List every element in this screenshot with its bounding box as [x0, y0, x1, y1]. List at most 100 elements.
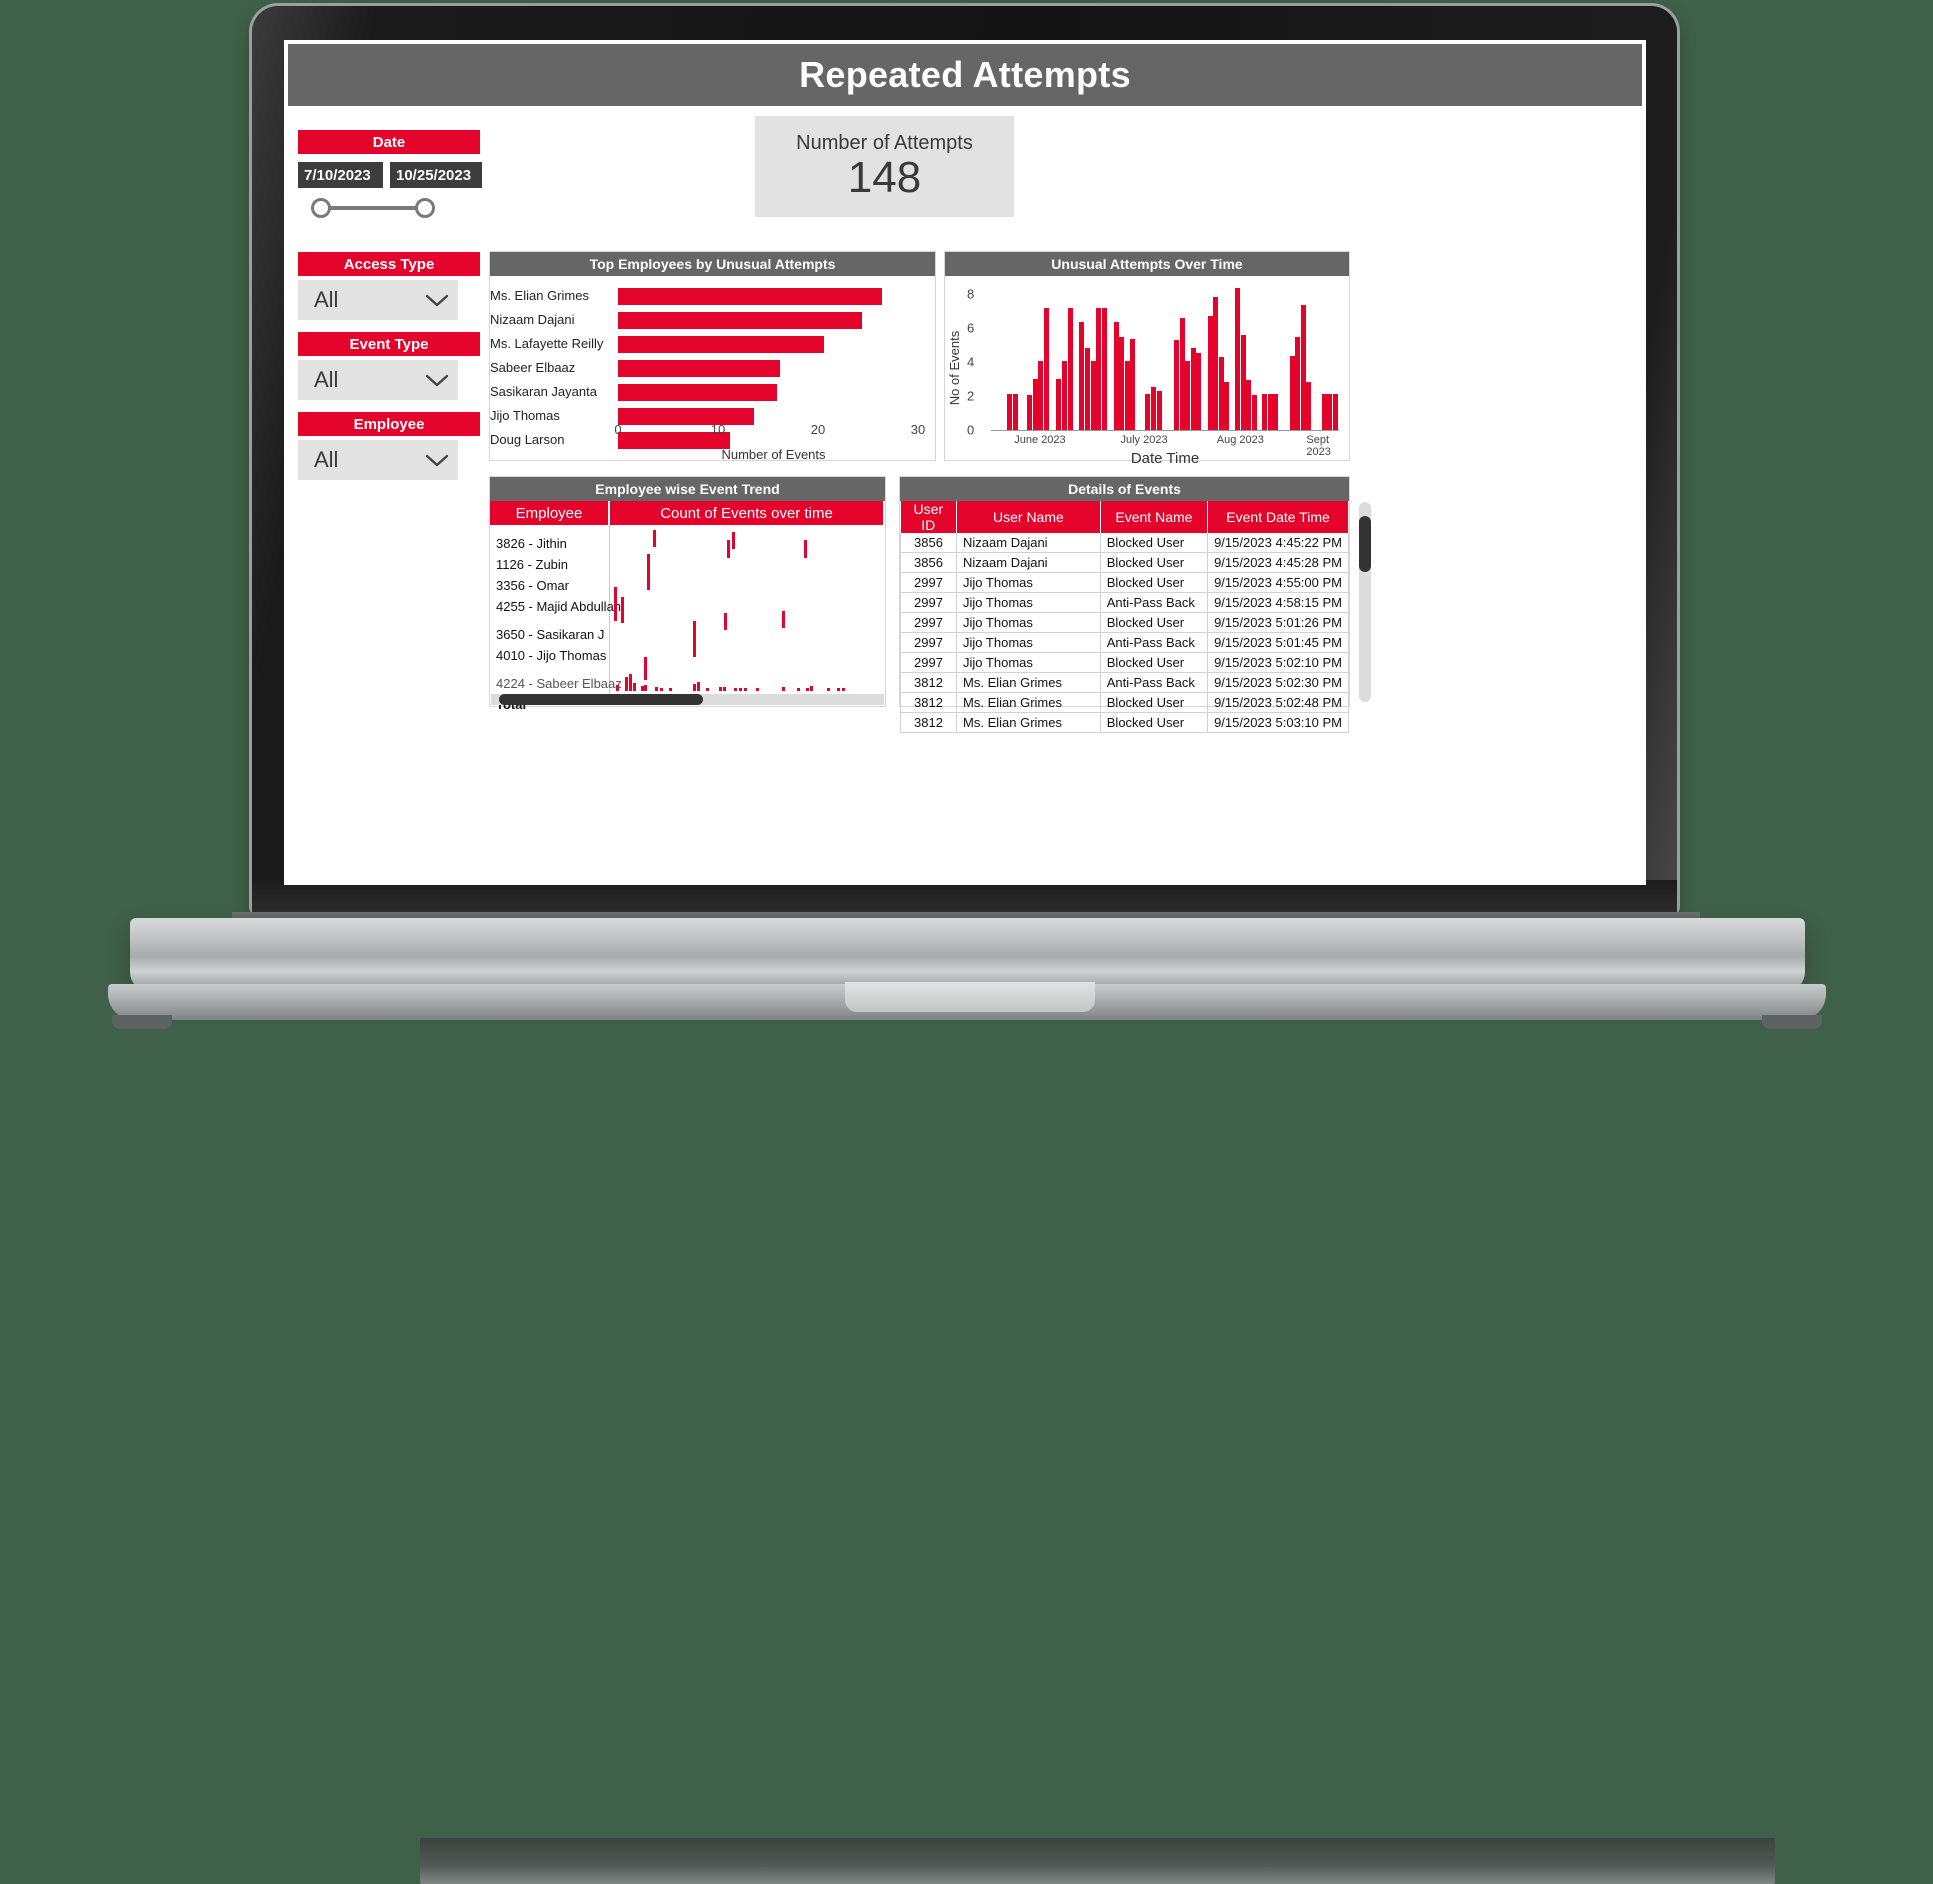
laptop-foot-right [1762, 1015, 1822, 1029]
timeseries-bar [1273, 394, 1278, 431]
table-cell: Anti-Pass Back [1100, 633, 1207, 653]
date-slider-handle-start[interactable] [311, 198, 331, 218]
bar-category-label: Ms. Elian Grimes [490, 284, 610, 308]
date-range-slider-track[interactable] [320, 206, 424, 210]
timeseries-bar [1130, 339, 1135, 430]
details-column-header[interactable]: User Name [957, 501, 1101, 533]
timeseries-plot-area [991, 284, 1339, 430]
matrix-column-header: Count of Events over time [610, 501, 885, 525]
x-axis-tick: 10 [711, 422, 725, 437]
table-cell: 9/15/2023 5:02:10 PM [1208, 653, 1349, 673]
date-slider-handle-end[interactable] [415, 198, 435, 218]
sparkline-total-mark [842, 688, 845, 691]
timeseries-bar [1262, 394, 1267, 431]
table-cell: 9/15/2023 5:02:30 PM [1208, 673, 1349, 693]
bar-category-label: Sasikaran Jayanta [490, 380, 610, 404]
sparkline-mark [647, 554, 650, 590]
table-row[interactable]: 2997Jijo ThomasBlocked User9/15/2023 5:0… [901, 653, 1349, 673]
details-column-header[interactable]: Event Date Time [1208, 501, 1349, 533]
bar [618, 336, 824, 353]
access-type-dropdown[interactable]: All [298, 280, 458, 320]
timeseries-bar [1157, 391, 1162, 430]
laptop-base [130, 918, 1805, 992]
timeseries-bar [1241, 335, 1246, 430]
table-row[interactable]: 3856Nizaam DajaniBlocked User9/15/2023 4… [901, 533, 1349, 553]
chart-unusual-attempts-over-time: No of Events02468June 2023July 2023Aug 2… [945, 276, 1349, 462]
sparkline-mark [644, 657, 647, 679]
timeseries-bar [1246, 380, 1251, 430]
x-axis-tick: 20 [811, 422, 825, 437]
table-row[interactable]: 3812Ms. Elian GrimesBlocked User9/15/202… [901, 693, 1349, 713]
x-axis-title: Date Time [991, 450, 1339, 467]
date-start-value: 7/10/2023 [304, 167, 371, 184]
table-cell: Blocked User [1100, 553, 1207, 573]
sparkline-total-mark [629, 674, 632, 691]
date-end-input[interactable]: 10/25/2023 [390, 162, 482, 188]
table-cell: 9/15/2023 5:03:10 PM [1208, 713, 1349, 733]
sparkline-total-mark [837, 688, 840, 691]
y-axis-tick: 6 [967, 321, 974, 336]
matrix-column-header: Employee [490, 501, 610, 525]
sparkline-mark [621, 597, 624, 623]
sparkline-total-mark [655, 687, 658, 691]
details-column-header[interactable]: Event Name [1100, 501, 1207, 533]
table-cell: 9/15/2023 5:02:48 PM [1208, 693, 1349, 713]
matrix-employee-label: 3650 - Sasikaran J [490, 624, 609, 645]
table-row[interactable]: 2997Jijo ThomasAnti-Pass Back9/15/2023 4… [901, 593, 1349, 613]
table-cell: 2997 [901, 573, 957, 593]
matrix-employee-label: 4255 - Majid Abdullah [490, 596, 609, 617]
chart-top-employees: Ms. Elian GrimesNizaam DajaniMs. Lafayet… [490, 276, 935, 462]
table-cell: 2997 [901, 593, 957, 613]
matrix-employee-label: 3826 - Jithin [490, 533, 609, 554]
date-start-input[interactable]: 7/10/2023 [298, 162, 383, 188]
x-axis-tick: July 2023 [1120, 434, 1167, 446]
timeseries-bar [1044, 308, 1049, 430]
panel-title-employee-trend: Employee wise Event Trend [490, 477, 885, 501]
event-type-dropdown[interactable]: All [298, 360, 458, 400]
matrix-body: 3826 - Jithin1126 - Zubin3356 - Omar4255… [490, 525, 885, 697]
table-row[interactable]: 2997Jijo ThomasAnti-Pass Back9/15/2023 5… [901, 633, 1349, 653]
details-column-header[interactable]: User ID [901, 501, 957, 533]
timeseries-bar [1185, 361, 1190, 430]
date-slicer-header: Date [298, 130, 480, 154]
table-cell: 3812 [901, 713, 957, 733]
matrix-horizontal-scrollbar[interactable] [491, 694, 884, 705]
table-row[interactable]: 3856Nizaam DajaniBlocked User9/15/2023 4… [901, 553, 1349, 573]
table-cell: Nizaam Dajani [957, 533, 1101, 553]
table-cell: Ms. Elian Grimes [957, 693, 1101, 713]
table-cell: Ms. Elian Grimes [957, 673, 1101, 693]
table-row[interactable]: 2997Jijo ThomasBlocked User9/15/2023 4:5… [901, 573, 1349, 593]
details-vertical-scrollbar[interactable] [1359, 502, 1371, 702]
sparkline-mark [727, 540, 730, 557]
table-cell: 2997 [901, 653, 957, 673]
matrix-scroll-thumb[interactable] [499, 694, 703, 705]
employee-dropdown[interactable]: All [298, 440, 458, 480]
table-row[interactable]: 2997Jijo ThomasBlocked User9/15/2023 5:0… [901, 613, 1349, 633]
sparkline-total-mark [827, 688, 830, 691]
sparkline-total-mark [644, 685, 647, 691]
details-scroll-thumb[interactable] [1359, 516, 1371, 572]
table-cell: Blocked User [1100, 613, 1207, 633]
matrix-employee-label: 4010 - Jijo Thomas [490, 645, 609, 666]
bar-category-label: Jijo Thomas [490, 404, 610, 428]
bar-row: Ms. Elian Grimes [490, 284, 935, 308]
table-row[interactable]: 3812Ms. Elian GrimesAnti-Pass Back9/15/2… [901, 673, 1349, 693]
timeseries-bar [1062, 361, 1067, 430]
table-cell: Anti-Pass Back [1100, 673, 1207, 693]
table-cell: 9/15/2023 4:45:28 PM [1208, 553, 1349, 573]
table-row[interactable]: 3812Ms. Elian GrimesBlocked User9/15/202… [901, 713, 1349, 733]
panel-title-top-employees: Top Employees by Unusual Attempts [490, 252, 935, 276]
access-type-slicer-header: Access Type [298, 252, 480, 276]
timeseries-bar [1119, 337, 1124, 430]
timeseries-bar [1007, 394, 1012, 430]
timeseries-bar [1333, 394, 1338, 431]
table-cell: Ms. Elian Grimes [957, 713, 1101, 733]
sparkline-mark [693, 621, 696, 657]
timeseries-bar [1301, 305, 1306, 430]
timeseries-bar [1174, 340, 1179, 430]
matrix-employee-label: 3356 - Omar [490, 575, 609, 596]
table-cell: Blocked User [1100, 533, 1207, 553]
timeseries-bar [1085, 348, 1090, 430]
table-cell: Blocked User [1100, 573, 1207, 593]
sparkline-total-mark [734, 688, 737, 691]
